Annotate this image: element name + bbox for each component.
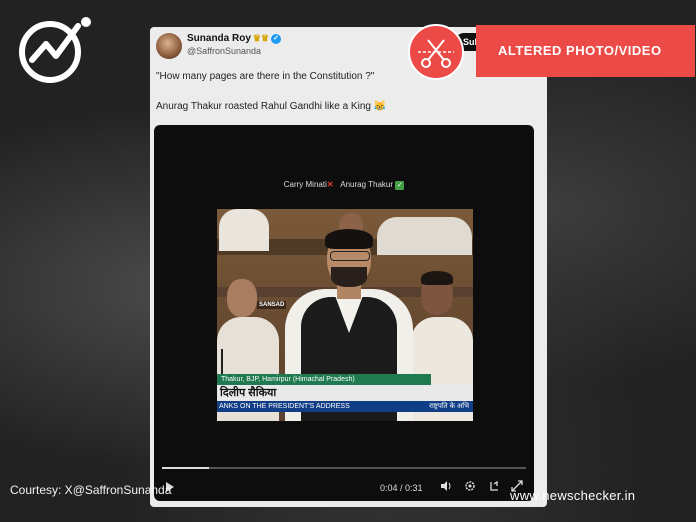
speaker-beard	[331, 267, 367, 287]
ticker-text-hindi: राष्ट्रपति के अभि	[429, 403, 469, 410]
author-handle[interactable]: @SaffronSunanda	[187, 46, 261, 56]
verified-icon: ✓	[271, 34, 282, 44]
settings-icon[interactable]	[464, 480, 476, 492]
crown-icon: ♛♛	[252, 33, 270, 43]
channel-watermark: SANSAD	[257, 301, 287, 309]
speaker-glasses	[330, 251, 370, 261]
right-person-hair	[421, 271, 453, 285]
lower-third-speaker: Thakur, BJP, Hamirpur (Himachal Pradesh)	[217, 374, 431, 385]
left-person-head	[227, 279, 257, 317]
check-icon: ✓	[395, 181, 405, 190]
caption-left: Carry Minati	[283, 180, 327, 189]
badge-circle	[408, 24, 464, 80]
background-person	[219, 209, 269, 251]
video-player[interactable]: Carry Minati✕ Anurag Thakur ✓ SANSAD Tha…	[154, 125, 534, 501]
video-frame[interactable]: SANSAD Thakur, BJP, Hamirpur (Himachal P…	[217, 209, 473, 421]
speaker-hair	[325, 229, 373, 249]
replay-icon[interactable]	[488, 480, 500, 492]
author-name[interactable]: Sunanda Roy ♛♛ ✓	[187, 33, 282, 44]
volume-icon[interactable]	[440, 480, 452, 492]
lower-third-name: दिलीप सैकिया	[217, 385, 473, 401]
background-person	[377, 217, 472, 255]
tweet-text-line-1: "How many pages are there in the Constit…	[156, 71, 375, 82]
altered-badge: ALTERED PHOTO/VIDEO	[476, 25, 695, 77]
tweet-card: Sunanda Roy♛♛✓ @SaffronSunanda Subscribe…	[150, 27, 547, 507]
progress-fill	[162, 467, 210, 469]
scissors-icon	[418, 39, 454, 68]
video-caption: Carry Minati✕ Anurag Thakur ✓	[154, 180, 534, 190]
caption-right: Anurag Thakur	[340, 180, 394, 189]
author-name-text[interactable]: Sunanda Roy	[187, 33, 251, 44]
avatar[interactable]	[156, 33, 182, 59]
badge-label: ALTERED PHOTO/VIDEO	[498, 43, 662, 58]
tweet-text-line-2: Anurag Thakur roasted Rahul Gandhi like …	[156, 101, 387, 112]
time-display: 0:04 / 0:31	[380, 483, 423, 493]
newschecker-logo-icon	[19, 17, 91, 83]
ticker-text: ANKS ON THE PRESIDENT'S ADDRESS	[219, 403, 350, 410]
progress-bar[interactable]	[162, 467, 526, 469]
courtesy-text: Courtesy: X@SaffronSunanda	[10, 483, 172, 497]
lower-third-ticker: ANKS ON THE PRESIDENT'S ADDRESS राष्ट्रप…	[217, 401, 473, 412]
cross-icon: ✕	[326, 180, 334, 189]
site-url: www.newschecker.in	[510, 488, 636, 503]
